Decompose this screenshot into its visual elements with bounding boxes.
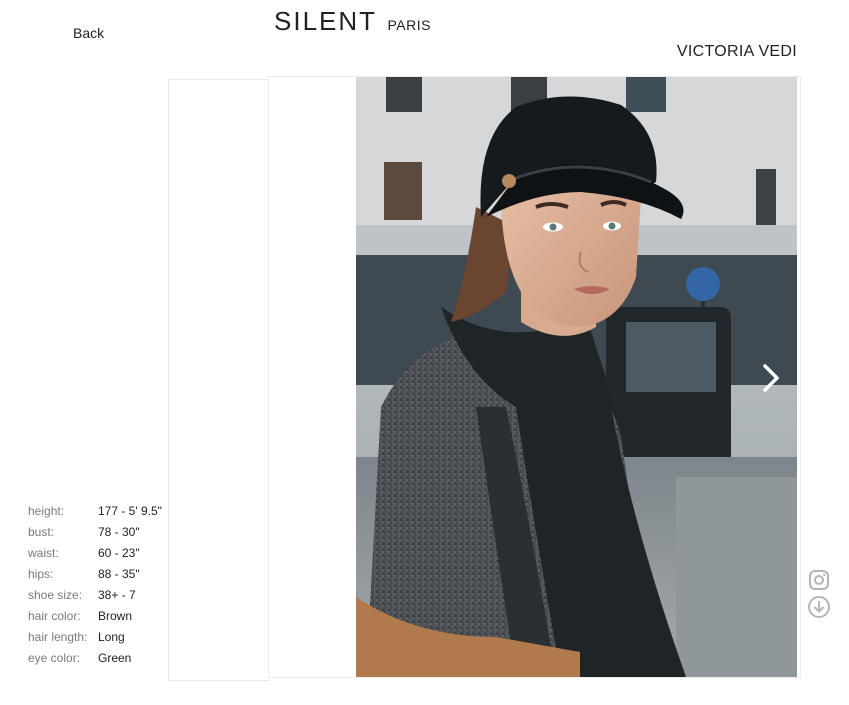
- measurement-row-waist: waist: 60 - 23": [28, 543, 162, 564]
- measurement-label: height:: [28, 504, 65, 518]
- measurement-value: 177 - 5' 9.5": [98, 504, 162, 518]
- back-link[interactable]: Back: [73, 25, 104, 41]
- gallery-left-panel: [168, 79, 269, 681]
- download-icon[interactable]: [807, 595, 831, 619]
- measurement-label: hair color:: [28, 609, 81, 623]
- measurement-row-hair-color: hair color: Brown: [28, 606, 162, 627]
- measurement-value: Brown: [98, 609, 133, 623]
- measurement-row-height: height: 177 - 5' 9.5": [28, 501, 162, 522]
- measurement-value: Green: [98, 651, 132, 665]
- model-photo: [356, 77, 797, 677]
- brand-name: SILENT: [274, 6, 378, 36]
- measurement-value: 88 - 35": [98, 567, 140, 581]
- measurement-label: shoe size:: [28, 588, 83, 602]
- measurement-row-hips: hips: 88 - 35": [28, 564, 162, 585]
- measurement-value: 78 - 30": [98, 525, 140, 539]
- chevron-right-icon[interactable]: [758, 362, 784, 394]
- measurement-row-eye-color: eye color: Green: [28, 648, 162, 669]
- measurement-label: hair length:: [28, 630, 88, 644]
- measurement-row-hair-length: hair length: Long: [28, 627, 162, 648]
- measurement-label: bust:: [28, 525, 55, 539]
- measurement-label: waist:: [28, 546, 59, 560]
- brand-logo[interactable]: SILENT PARIS: [274, 6, 431, 37]
- measurement-value: Long: [98, 630, 125, 644]
- model-profile-page: Back SILENT PARIS VICTORIA VEDI height: …: [0, 0, 849, 705]
- model-name: VICTORIA VEDI: [676, 43, 797, 60]
- model-photo-illustration: [356, 77, 797, 677]
- instagram-icon[interactable]: [807, 568, 831, 592]
- measurement-value: 60 - 23": [98, 546, 140, 560]
- measurement-label: eye color:: [28, 651, 81, 665]
- measurement-value: 38+ - 7: [98, 588, 136, 602]
- measurements-list: height: 177 - 5' 9.5" bust: 78 - 30" wai…: [28, 501, 162, 669]
- social-links: [807, 568, 831, 622]
- brand-city: PARIS: [387, 17, 431, 33]
- measurement-row-shoe-size: shoe size: 38+ - 7: [28, 585, 162, 606]
- measurement-label: hips:: [28, 567, 54, 581]
- measurement-row-bust: bust: 78 - 30": [28, 522, 162, 543]
